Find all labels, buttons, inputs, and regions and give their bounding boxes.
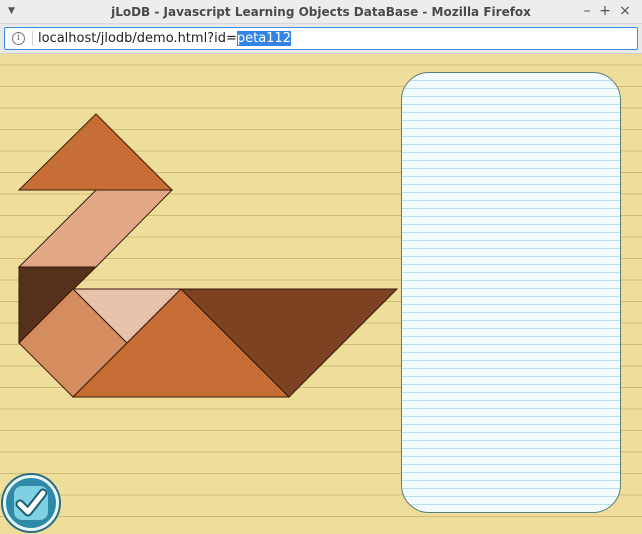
close-button[interactable]: ×	[618, 3, 632, 19]
url-selected-text: peta112	[236, 31, 291, 46]
maximize-button[interactable]: +	[598, 3, 612, 19]
url-prefix: localhost/jlodb/demo.html?id=	[38, 31, 237, 46]
tangram-figure	[17, 113, 399, 398]
validate-button[interactable]	[3, 475, 59, 531]
tangram-top-triangle[interactable]	[17, 113, 174, 191]
window-title: jLoDB - Javascript Learning Objects Data…	[111, 5, 531, 19]
window-titlebar: ▼ jLoDB - Javascript Learning Objects Da…	[0, 0, 642, 24]
navigation-bar: i localhost/jlodb/demo.html?id=peta112	[0, 24, 642, 54]
url-separator	[32, 31, 33, 46]
url-text[interactable]: localhost/jlodb/demo.html?id=peta112	[38, 31, 291, 46]
checkmark-icon	[14, 486, 48, 520]
tangram-parallelogram[interactable]	[17, 189, 174, 268]
url-bar[interactable]: i localhost/jlodb/demo.html?id=peta112	[4, 27, 638, 50]
minimize-button[interactable]: –	[580, 3, 594, 19]
info-icon[interactable]: i	[12, 32, 25, 45]
page-content	[0, 55, 642, 534]
